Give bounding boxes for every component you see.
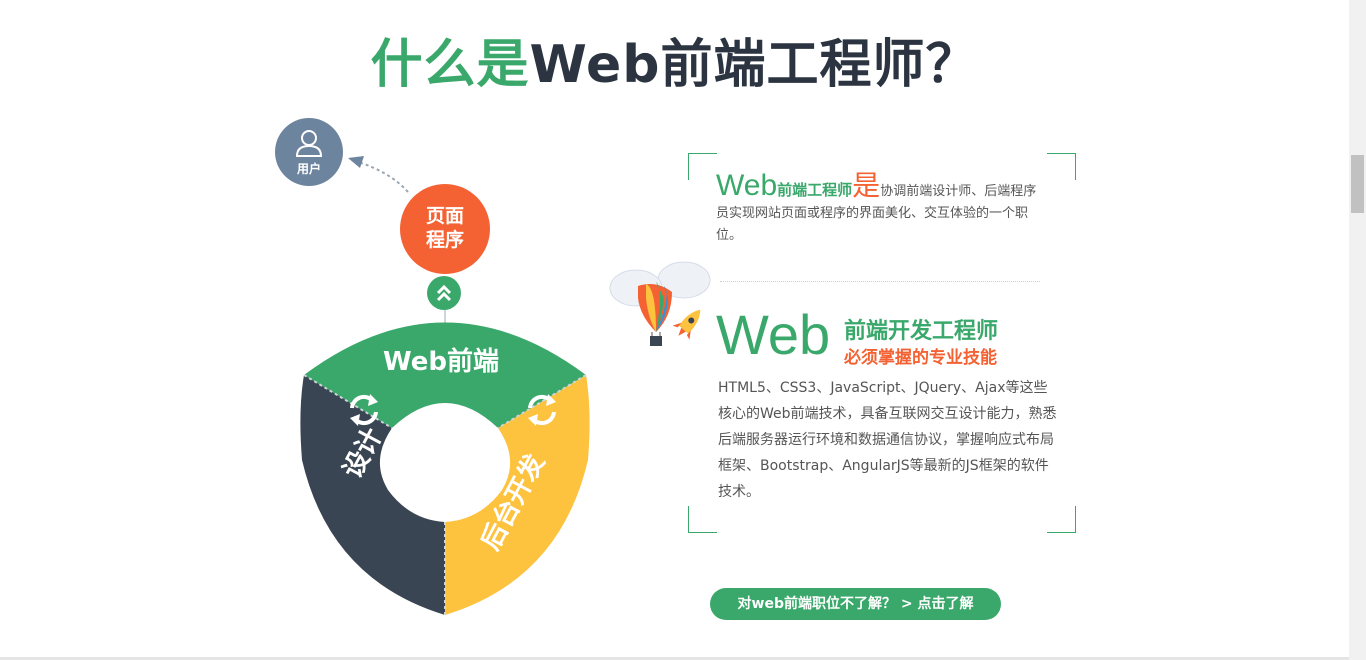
flow-arrow-line [357,161,409,193]
frame-corner [1047,506,1076,533]
skills-heading: 前端开发工程师 [844,319,999,344]
user-icon [295,130,323,157]
node-label-line1: 页面 [425,205,464,227]
divider [720,281,1040,282]
skills-paragraph: HTML5、CSS3、JavaScript、JQuery、Ajax等这些核心的W… [718,380,1057,500]
ring-label-top: Web前端 [383,346,499,377]
frame-corner [688,506,717,533]
page-program-node: 页面 程序 [400,184,490,274]
page-title: 什么是Web前端工程师？ [0,22,1349,97]
title-green-part: 什么是 [370,35,530,95]
vertical-scrollbar[interactable] [1349,0,1366,660]
skills-subheading: 必须掌握的专业技能 [844,348,997,368]
definition-web: Web [716,169,778,202]
double-chevron-up-icon [436,284,452,302]
node-label-line2: 程序 [425,229,464,251]
skills-web-heading: Web [716,303,831,366]
frame-corner [1047,153,1076,180]
definition-is: 是 [852,169,881,202]
definition-paragraph: Web前端工程师是协调前端设计师、后端程序员实现网站页面或程序的界面美化、交互体… [716,171,1046,247]
info-panel: Web前端工程师是协调前端设计师、后端程序员实现网站页面或程序的界面美化、交互体… [688,153,1076,533]
title-dark-part: Web前端工程师？ [529,35,979,95]
user-avatar: 用户 [275,118,343,186]
scrollbar-thumb[interactable] [1351,155,1364,213]
frame-corner [688,153,717,180]
scroll-up-button[interactable] [427,276,461,310]
web-frontend-diagram: Web前端 设计 后台开发 用户 页面 程序 [270,110,610,630]
learn-more-button[interactable]: 对web前端职位不了解？ > 点击了解 [710,588,1001,620]
flow-arrow-head [348,156,364,168]
user-label: 用户 [296,162,321,176]
definition-role: 前端工程师 [777,181,853,199]
hot-air-balloon-icon [638,282,672,346]
page: 什么是Web前端工程师？ Web前端 设计 后台开发 用户 页面 程序 Web前… [0,0,1349,660]
